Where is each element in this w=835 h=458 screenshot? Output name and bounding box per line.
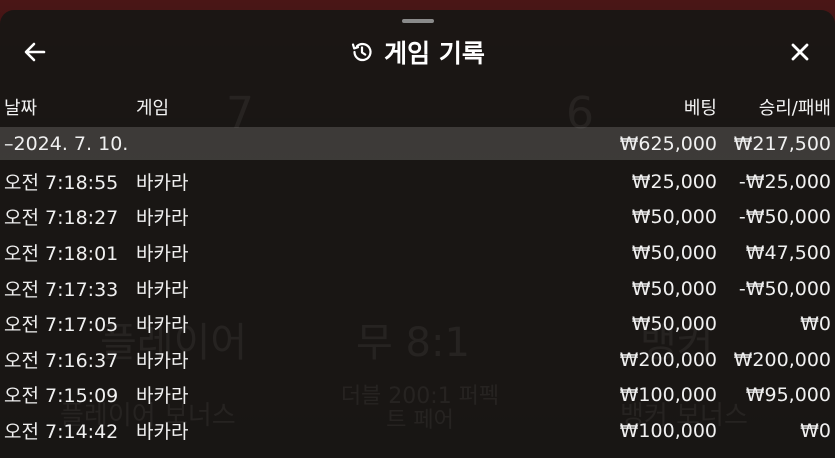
row-time: 오전 7:18:01	[4, 243, 119, 265]
sheet-header: 게임 기록	[0, 28, 835, 74]
row-game: 바카라	[136, 243, 189, 265]
row-time: 오전 7:18:55	[4, 172, 119, 194]
row-bet: ₩50,000	[631, 241, 717, 264]
game-history-sheet: 7 6 플레이어 무 8:1 뱅커 플레이어 보너스 더블 200:1 퍼펙트 …	[0, 10, 835, 458]
column-header-bet: 베팅	[683, 98, 717, 119]
row-time: 오전 7:16:37	[4, 350, 119, 372]
row-win-loss: ₩95,000	[745, 383, 831, 406]
column-header-date: 날짜	[4, 98, 38, 119]
row-game: 바카라	[136, 421, 189, 443]
close-icon	[791, 43, 809, 61]
group-win-loss-total: ₩217,500	[733, 132, 831, 155]
sheet-drag-handle[interactable]	[402, 19, 434, 23]
table-header: 날짜 게임 베팅 승리/패배	[0, 91, 835, 123]
history-icon	[352, 42, 372, 62]
table-row[interactable]: 오전 7:17:33 바카라 ₩50,000 -₩50,000	[0, 272, 835, 305]
table-row[interactable]: 오전 7:16:37 바카라 ₩200,000 ₩200,000	[0, 343, 835, 376]
row-win-loss: -₩50,000	[738, 205, 831, 228]
row-game: 바카라	[136, 350, 189, 372]
row-bet: ₩25,000	[631, 170, 717, 193]
row-time: 오전 7:17:05	[4, 314, 119, 336]
row-bet: ₩100,000	[619, 383, 717, 406]
row-win-loss: ₩0	[800, 419, 831, 442]
row-game: 바카라	[136, 385, 189, 407]
row-time: 오전 7:18:27	[4, 207, 119, 229]
table-row[interactable]: 오전 7:15:09 바카라 ₩100,000 ₩95,000	[0, 378, 835, 411]
row-time: 오전 7:17:33	[4, 279, 119, 301]
row-game: 바카라	[136, 314, 189, 336]
group-date: –2024. 7. 10.	[4, 132, 129, 155]
table-row[interactable]: 오전 7:18:01 바카라 ₩50,000 ₩47,500	[0, 236, 835, 269]
table-row[interactable]: 오전 7:18:27 바카라 ₩50,000 -₩50,000	[0, 200, 835, 233]
table-row[interactable]: 오전 7:18:55 바카라 ₩25,000 -₩25,000	[0, 165, 835, 198]
row-bet: ₩50,000	[631, 312, 717, 335]
row-win-loss: ₩200,000	[733, 348, 831, 371]
row-bet: ₩200,000	[619, 348, 717, 371]
page-title: 게임 기록	[0, 34, 835, 70]
row-win-loss: ₩47,500	[745, 241, 831, 264]
row-win-loss: -₩50,000	[738, 277, 831, 300]
date-group-row[interactable]: –2024. 7. 10. ₩625,000 ₩217,500	[0, 127, 835, 160]
column-header-game: 게임	[136, 98, 170, 119]
row-win-loss: -₩25,000	[738, 170, 831, 193]
title-text: 게임 기록	[384, 39, 485, 68]
row-game: 바카라	[136, 172, 189, 194]
row-time: 오전 7:15:09	[4, 385, 119, 407]
row-bet: ₩50,000	[631, 277, 717, 300]
close-button[interactable]	[782, 34, 818, 70]
row-time: 오전 7:14:42	[4, 421, 119, 443]
row-win-loss: ₩0	[800, 312, 831, 335]
row-game: 바카라	[136, 207, 189, 229]
column-header-win-loss: 승리/패배	[758, 98, 831, 119]
row-game: 바카라	[136, 279, 189, 301]
row-bet: ₩50,000	[631, 205, 717, 228]
table-row[interactable]: 오전 7:14:42 바카라 ₩100,000 ₩0	[0, 414, 835, 447]
group-bet-total: ₩625,000	[619, 132, 717, 155]
table-row[interactable]: 오전 7:17:05 바카라 ₩50,000 ₩0	[0, 307, 835, 340]
row-bet: ₩100,000	[619, 419, 717, 442]
